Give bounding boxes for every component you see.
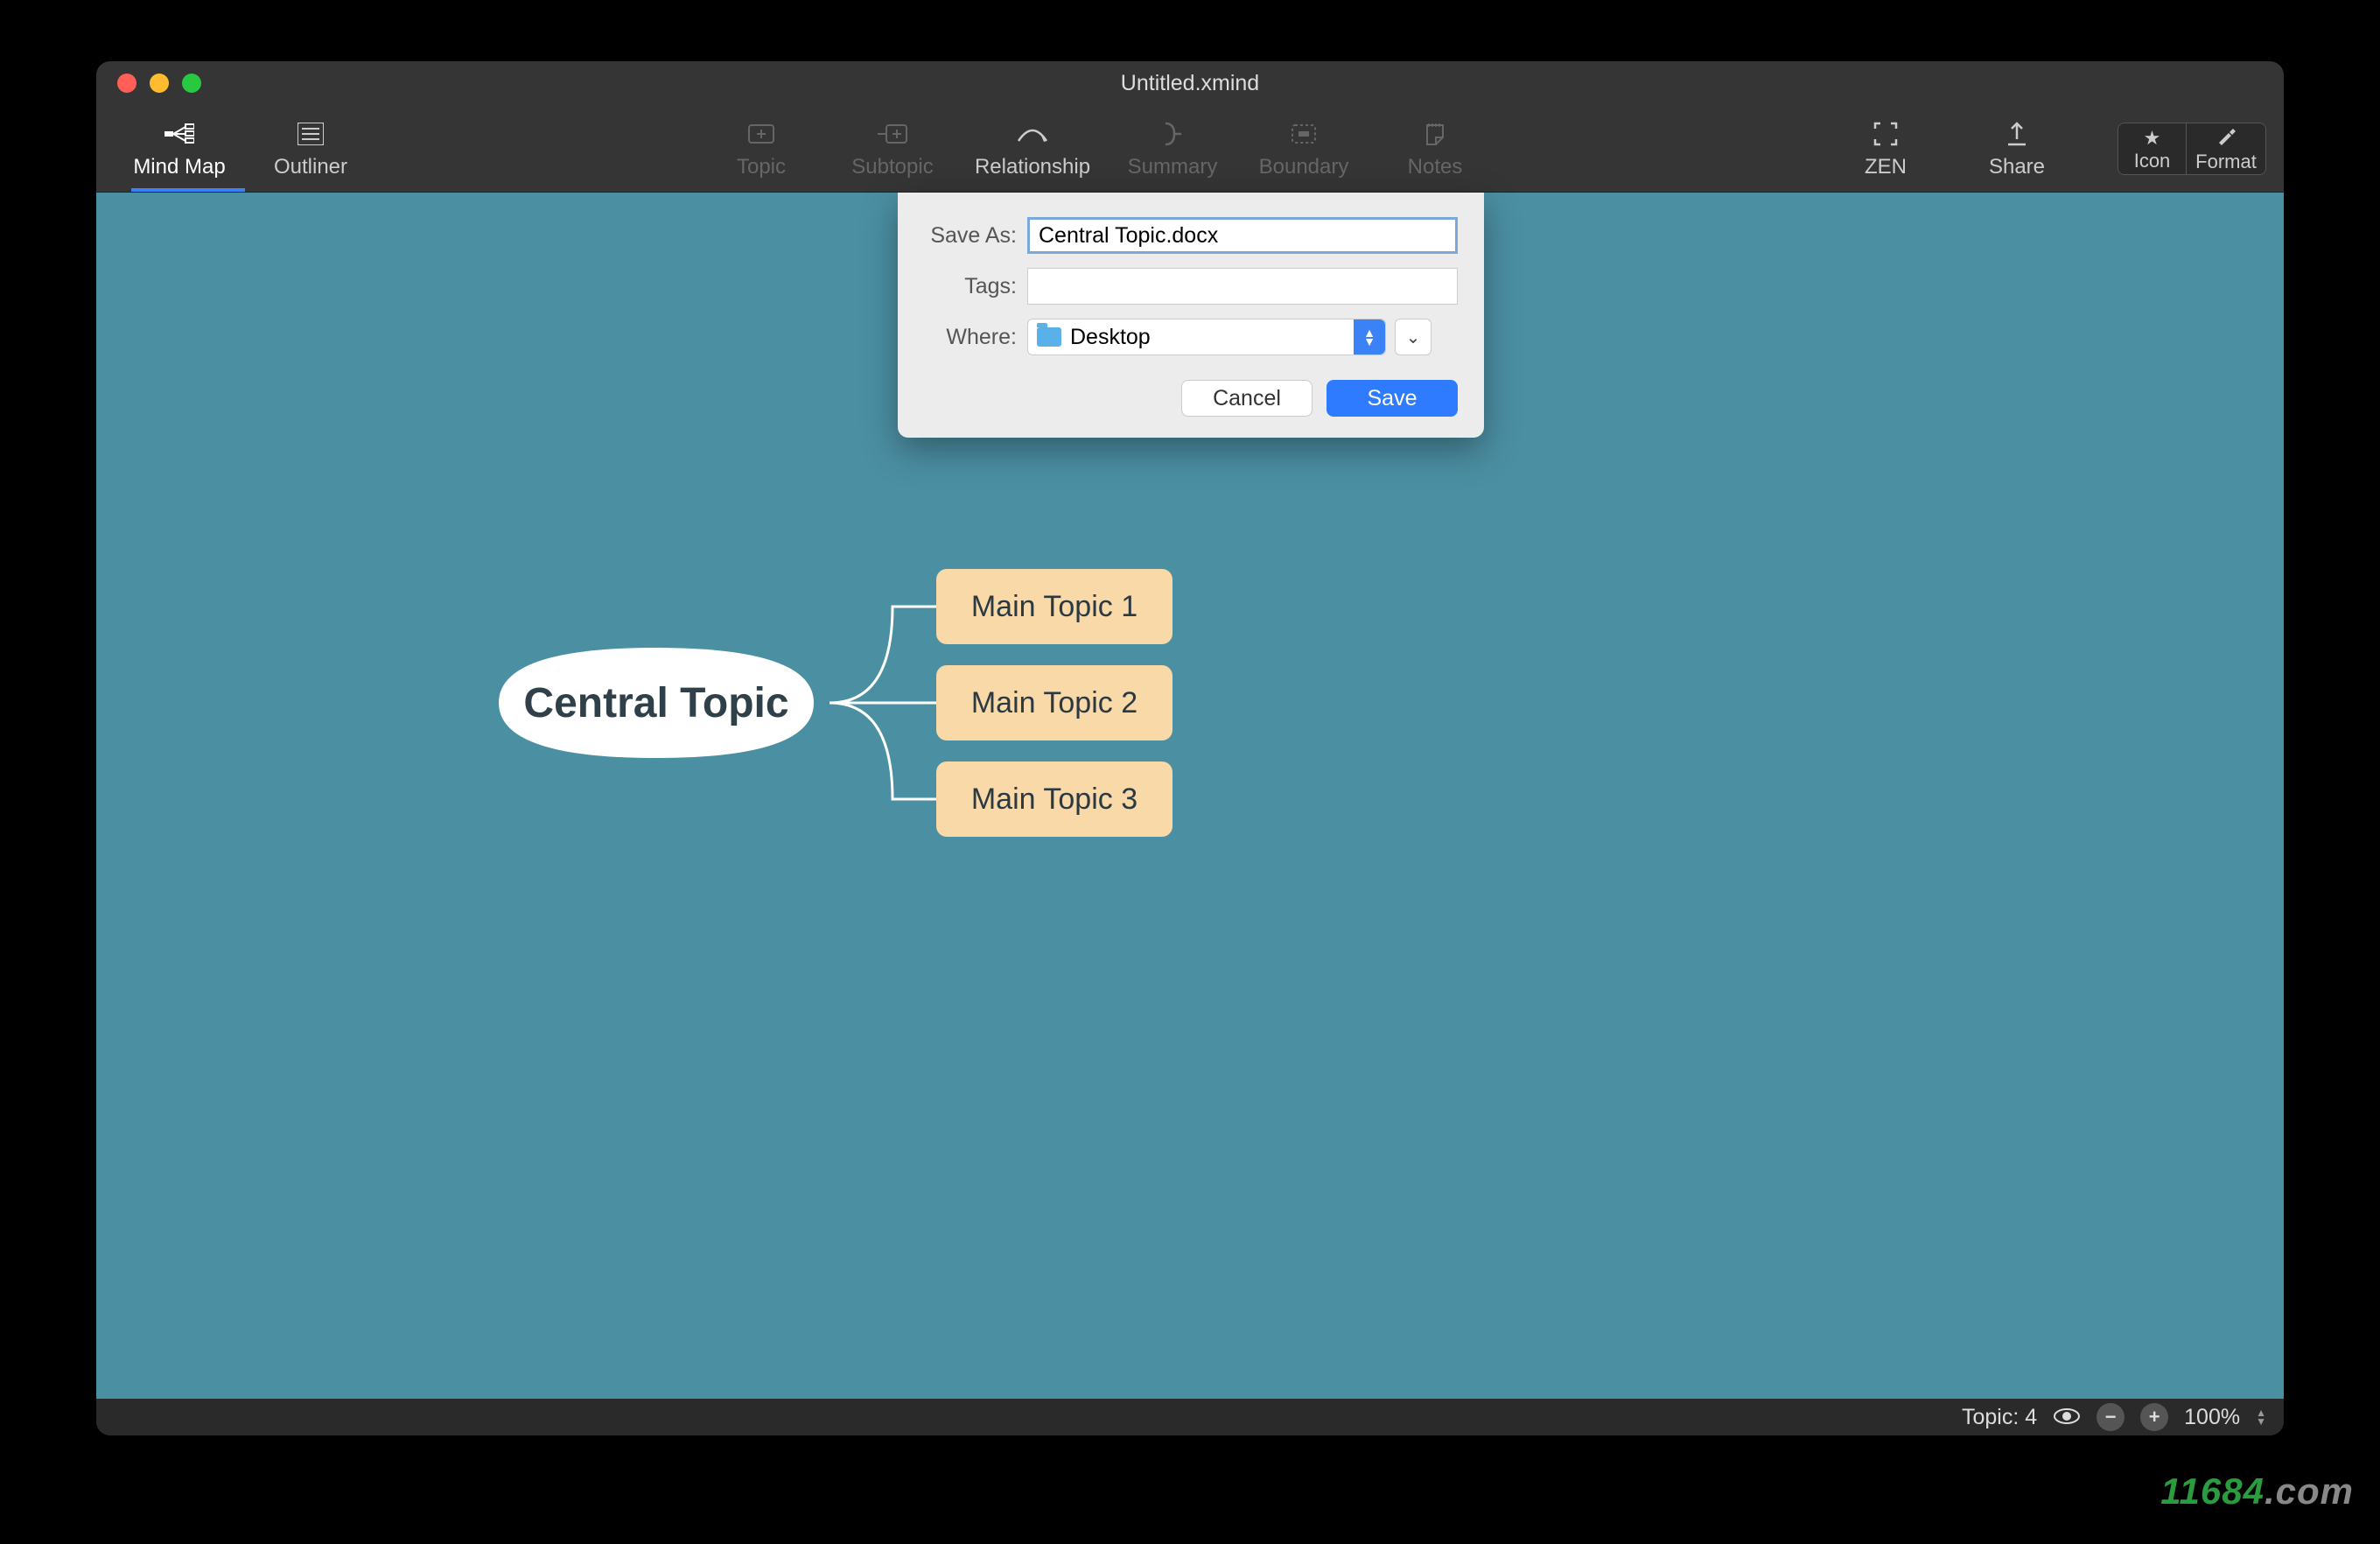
tool-share[interactable]: Share: [1951, 109, 2082, 188]
summary-icon: [1162, 118, 1183, 150]
subtopic-icon: [878, 118, 907, 150]
tool-summary[interactable]: Summary: [1107, 109, 1238, 188]
tool-label: Topic: [737, 155, 786, 179]
mind-map-icon: [164, 118, 194, 150]
topic-label: Main Topic 3: [971, 783, 1138, 817]
zoom-in-button[interactable]: +: [2140, 1403, 2168, 1431]
tags-label: Tags:: [924, 274, 1027, 299]
save-as-input[interactable]: [1027, 217, 1458, 254]
inspector-icon-tab[interactable]: ★ Icon: [2118, 123, 2187, 175]
tool-boundary[interactable]: Boundary: [1238, 109, 1369, 188]
close-window-button[interactable]: [117, 74, 136, 93]
minimize-window-button[interactable]: [150, 74, 169, 93]
star-icon: ★: [2144, 127, 2161, 150]
cancel-button[interactable]: Cancel: [1181, 380, 1312, 417]
boundary-icon: [1291, 118, 1317, 150]
brush-icon: [2216, 126, 2236, 151]
central-topic-label: Central Topic: [523, 679, 788, 727]
cancel-label: Cancel: [1213, 386, 1281, 411]
inspector-format-tab[interactable]: Format: [2187, 123, 2265, 175]
tab-outliner[interactable]: Outliner: [245, 109, 376, 188]
tool-label: Notes: [1408, 155, 1463, 179]
main-topic-2[interactable]: Main Topic 2: [936, 665, 1172, 740]
tool-relationship[interactable]: Relationship: [958, 109, 1107, 188]
tool-label: ZEN: [1865, 155, 1907, 179]
tool-label: Boundary: [1259, 155, 1349, 179]
tool-label: Summary: [1128, 155, 1218, 179]
tool-label: Relationship: [975, 155, 1090, 179]
traffic-lights: [96, 74, 201, 93]
titlebar: Untitled.xmind: [96, 61, 2284, 105]
outliner-icon: [298, 118, 324, 150]
topic-count: Topic: 4: [1962, 1405, 2037, 1430]
tool-label: Share: [1989, 155, 2045, 179]
tool-topic[interactable]: Topic: [696, 109, 827, 188]
save-as-label: Save As:: [924, 223, 1027, 249]
share-icon: [2006, 118, 2027, 150]
visibility-toggle[interactable]: [2053, 1403, 2081, 1431]
topic-icon: [748, 118, 774, 150]
view-tabs: Mind Map Outliner: [114, 109, 376, 188]
statusbar: Topic: 4 − + 100% ▲▼: [96, 1399, 2284, 1435]
topic-label: Main Topic 1: [971, 590, 1138, 624]
app-window: Untitled.xmind Mind Map Outliner Topic: [96, 61, 2284, 1435]
tool-label: Subtopic: [851, 155, 933, 179]
tags-input[interactable]: [1027, 268, 1458, 305]
tool-zen[interactable]: ZEN: [1820, 109, 1951, 188]
where-value: Desktop: [1070, 325, 1151, 350]
select-arrows-icon: ▲▼: [1354, 319, 1385, 354]
save-label: Save: [1368, 386, 1418, 411]
chevron-down-icon: ⌄: [1406, 326, 1421, 348]
zoom-out-button[interactable]: −: [2096, 1403, 2124, 1431]
eye-icon: [2053, 1407, 2081, 1425]
tool-notes[interactable]: Notes: [1369, 109, 1501, 188]
main-topic-3[interactable]: Main Topic 3: [936, 761, 1172, 837]
seg-label: Format: [2195, 151, 2257, 173]
right-tools: ZEN Share: [1820, 109, 2082, 188]
where-label: Where:: [924, 325, 1027, 350]
seg-label: Icon: [2134, 150, 2171, 172]
tool-subtopic[interactable]: Subtopic: [827, 109, 958, 188]
relationship-icon: [1017, 118, 1048, 150]
central-topic[interactable]: Central Topic: [499, 639, 814, 767]
zoom-stepper-icon[interactable]: ▲▼: [2256, 1408, 2266, 1426]
toolbar: Mind Map Outliner Topic Subtopic R: [96, 105, 2284, 193]
save-dialog: Save As: Tags: Where: Desktop ▲▼ ⌄ Cance…: [898, 193, 1484, 438]
where-select[interactable]: Desktop ▲▼: [1027, 319, 1386, 355]
tab-mind-map[interactable]: Mind Map: [114, 109, 245, 188]
tab-label: Outliner: [274, 155, 347, 179]
maximize-window-button[interactable]: [182, 74, 201, 93]
folder-icon: [1037, 327, 1061, 347]
center-tools: Topic Subtopic Relationship Summary Boun…: [696, 109, 1501, 188]
tab-label: Mind Map: [133, 155, 225, 179]
main-topic-1[interactable]: Main Topic 1: [936, 569, 1172, 644]
watermark: 11684.com: [2160, 1470, 2354, 1512]
expand-dialog-button[interactable]: ⌄: [1395, 319, 1432, 355]
zoom-level[interactable]: 100%: [2184, 1405, 2240, 1430]
topic-label: Main Topic 2: [971, 686, 1138, 720]
window-title: Untitled.xmind: [1121, 71, 1259, 96]
notes-icon: [1424, 118, 1446, 150]
save-button[interactable]: Save: [1326, 380, 1458, 417]
zen-icon: [1873, 118, 1898, 150]
inspector-segmented: ★ Icon Format: [2118, 123, 2266, 175]
active-tab-indicator: [131, 188, 245, 192]
